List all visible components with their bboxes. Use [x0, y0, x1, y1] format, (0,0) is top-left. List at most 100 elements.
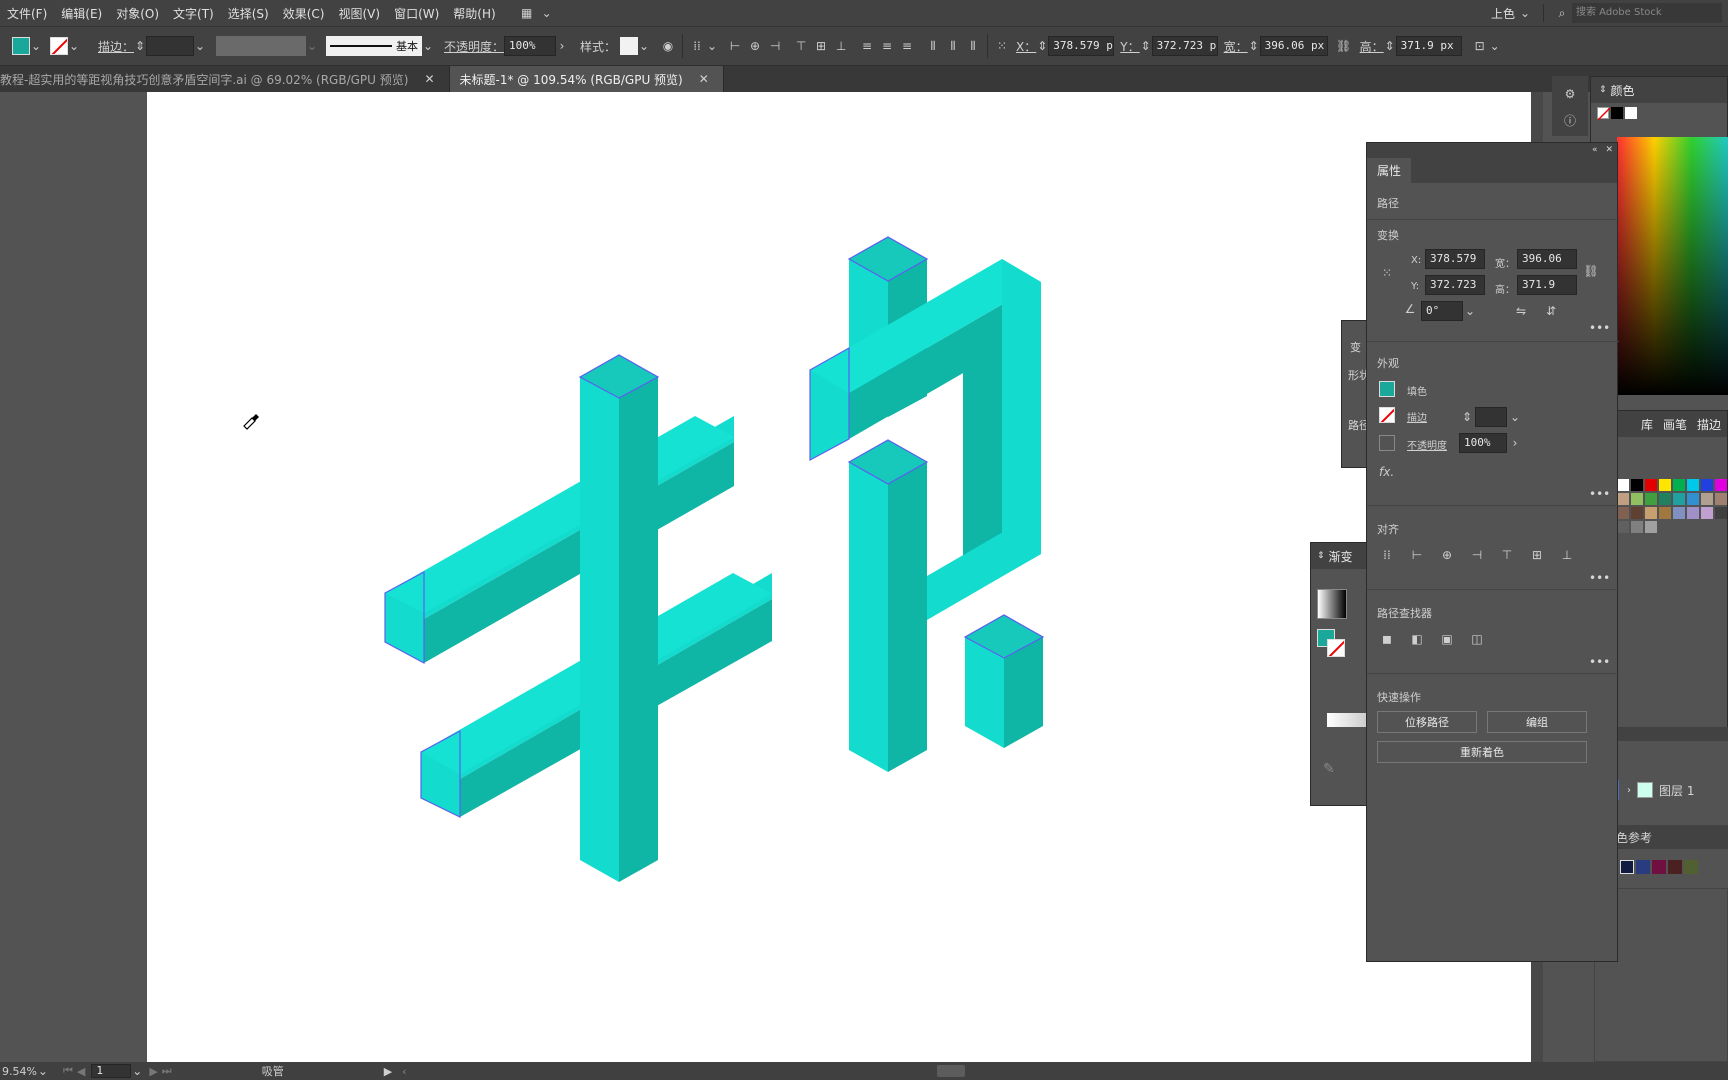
- offset-path-button[interactable]: 位移路径: [1377, 711, 1477, 733]
- menu-view[interactable]: 视图(V): [331, 5, 387, 22]
- variable-width-profile[interactable]: [216, 36, 307, 56]
- menu-type[interactable]: 文字(T): [166, 5, 221, 22]
- tab-libraries[interactable]: 库: [1641, 416, 1653, 433]
- opacity-field[interactable]: 100%: [504, 36, 557, 56]
- zoom-level[interactable]: 9.54%: [2, 1065, 37, 1078]
- menu-select[interactable]: 选择(S): [221, 5, 276, 22]
- chevron-right-icon[interactable]: ›: [1509, 433, 1521, 453]
- swatch[interactable]: [1701, 479, 1713, 491]
- next-page-icon[interactable]: ▶: [149, 1065, 157, 1078]
- swatch[interactable]: [1673, 493, 1685, 505]
- align-hcenter-icon[interactable]: ⊕: [745, 36, 765, 56]
- align-bottom-icon[interactable]: ⊥: [1557, 545, 1577, 565]
- x-label[interactable]: X：: [1016, 38, 1036, 55]
- align-to-selection-icon[interactable]: ⁞⁞: [1377, 545, 1397, 565]
- align-selection-icon[interactable]: ⁞⁞: [687, 36, 707, 56]
- white-swatch[interactable]: [1625, 107, 1637, 119]
- layers-row[interactable]: › 图层 1: [1616, 778, 1728, 802]
- distribute-top-icon[interactable]: ≡: [857, 36, 877, 56]
- horizontal-scroll-thumb[interactable]: [936, 1065, 965, 1077]
- swatch[interactable]: [1668, 860, 1682, 874]
- more-options-icon[interactable]: •••: [1589, 571, 1610, 585]
- width-field[interactable]: 396.06 px: [1259, 36, 1328, 56]
- swatch[interactable]: [1684, 860, 1698, 874]
- unite-icon[interactable]: ◼: [1377, 629, 1397, 649]
- right-glyph[interactable]: [809, 236, 1045, 772]
- menu-file[interactable]: 文件(F): [0, 5, 54, 22]
- swatch[interactable]: [1673, 479, 1685, 491]
- chevron-down-icon[interactable]: ⌄: [1515, 3, 1535, 23]
- stroke-none-swatch[interactable]: [50, 37, 68, 55]
- reference-point-icon[interactable]: ⁙: [992, 36, 1012, 56]
- swatch[interactable]: [1631, 521, 1643, 533]
- swatch[interactable]: [1636, 860, 1650, 874]
- stepper-icon[interactable]: ⇕: [134, 36, 146, 56]
- scroll-left-icon[interactable]: ‹: [402, 1065, 406, 1078]
- chevron-down-icon[interactable]: ⌄: [30, 36, 42, 56]
- close-icon[interactable]: ✕: [699, 72, 709, 86]
- align-bottom-icon[interactable]: ⊥: [831, 36, 851, 56]
- constrain-proportions-icon[interactable]: ⛓: [1581, 261, 1601, 281]
- align-hcenter-icon[interactable]: ⊕: [1437, 545, 1457, 565]
- collapse-icon[interactable]: ⇕: [1599, 85, 1607, 95]
- stepper-icon[interactable]: ⇕: [1461, 407, 1473, 427]
- color-spectrum[interactable]: [1617, 137, 1728, 395]
- recolor-globe-icon[interactable]: ◉: [658, 36, 678, 56]
- align-left-icon[interactable]: ⊢: [725, 36, 745, 56]
- stroke-none-swatch[interactable]: [1327, 639, 1345, 657]
- stroke-label[interactable]: 描边：: [98, 38, 134, 55]
- height-field[interactable]: 371.9 px: [1395, 36, 1462, 56]
- left-glyph[interactable]: [384, 354, 772, 882]
- exclude-icon[interactable]: ◫: [1467, 629, 1487, 649]
- effects-fx-icon[interactable]: fx.: [1379, 465, 1394, 479]
- y-field[interactable]: 372.723 p: [1151, 36, 1218, 56]
- menu-object[interactable]: 对象(O): [109, 5, 166, 22]
- swatch[interactable]: [1617, 493, 1629, 505]
- swatch[interactable]: [1673, 507, 1685, 519]
- chevron-down-icon[interactable]: ⌄: [638, 36, 650, 56]
- swatch[interactable]: [1617, 479, 1629, 491]
- swatch[interactable]: [1617, 507, 1629, 519]
- swatch[interactable]: [1715, 479, 1727, 491]
- transform-icon[interactable]: ⊡: [1470, 36, 1490, 56]
- more-options-icon[interactable]: •••: [1589, 321, 1610, 335]
- graphic-style-swatch[interactable]: [620, 37, 639, 55]
- align-vcenter-icon[interactable]: ⊞: [1527, 545, 1547, 565]
- appearance-fill-swatch[interactable]: [1379, 381, 1395, 397]
- workspace-switcher[interactable]: 上色: [1491, 5, 1515, 22]
- opacity-label[interactable]: 不透明度: [1407, 437, 1447, 452]
- close-icon[interactable]: ✕: [1605, 145, 1613, 155]
- swatch[interactable]: [1687, 479, 1699, 491]
- opacity-field[interactable]: 100%: [1459, 433, 1507, 453]
- distribute-left-icon[interactable]: ⦀: [923, 36, 943, 56]
- swatch[interactable]: [1659, 507, 1671, 519]
- menu-help[interactable]: 帮助(H): [446, 5, 502, 22]
- swatch[interactable]: [1620, 860, 1634, 874]
- height-label[interactable]: 高：: [1360, 38, 1384, 55]
- align-top-icon[interactable]: ⊤: [791, 36, 811, 56]
- status-arrow-icon[interactable]: ▶: [384, 1065, 392, 1078]
- swatch[interactable]: [1715, 493, 1727, 505]
- gear-icon[interactable]: ⚙: [1560, 84, 1580, 104]
- recolor-button[interactable]: 重新着色: [1377, 741, 1587, 763]
- swatch[interactable]: [1687, 493, 1699, 505]
- y-label[interactable]: Y：: [1120, 38, 1139, 55]
- appearance-stroke-swatch[interactable]: [1379, 407, 1395, 423]
- eyedropper-icon[interactable]: ✎: [1323, 761, 1335, 777]
- width-label[interactable]: 宽：: [1224, 38, 1248, 55]
- last-page-icon[interactable]: ⏭: [162, 1064, 172, 1078]
- close-icon[interactable]: ✕: [424, 72, 434, 86]
- swatch[interactable]: [1715, 507, 1727, 519]
- reference-point-icon[interactable]: ⁙: [1377, 263, 1397, 283]
- chevron-down-icon[interactable]: ⌄: [1463, 301, 1477, 321]
- swatch[interactable]: [1701, 493, 1713, 505]
- menu-window[interactable]: 窗口(W): [387, 5, 446, 22]
- align-right-icon[interactable]: ⊣: [1467, 545, 1487, 565]
- intersect-icon[interactable]: ▣: [1437, 629, 1457, 649]
- black-swatch[interactable]: [1611, 107, 1623, 119]
- brush-definition[interactable]: 基本: [326, 36, 423, 56]
- chevron-down-icon[interactable]: ⌄: [1509, 407, 1521, 427]
- swatch[interactable]: [1631, 479, 1643, 491]
- stepper-icon[interactable]: ⇕: [1248, 36, 1260, 56]
- distribute-right-icon[interactable]: ⦀: [963, 36, 983, 56]
